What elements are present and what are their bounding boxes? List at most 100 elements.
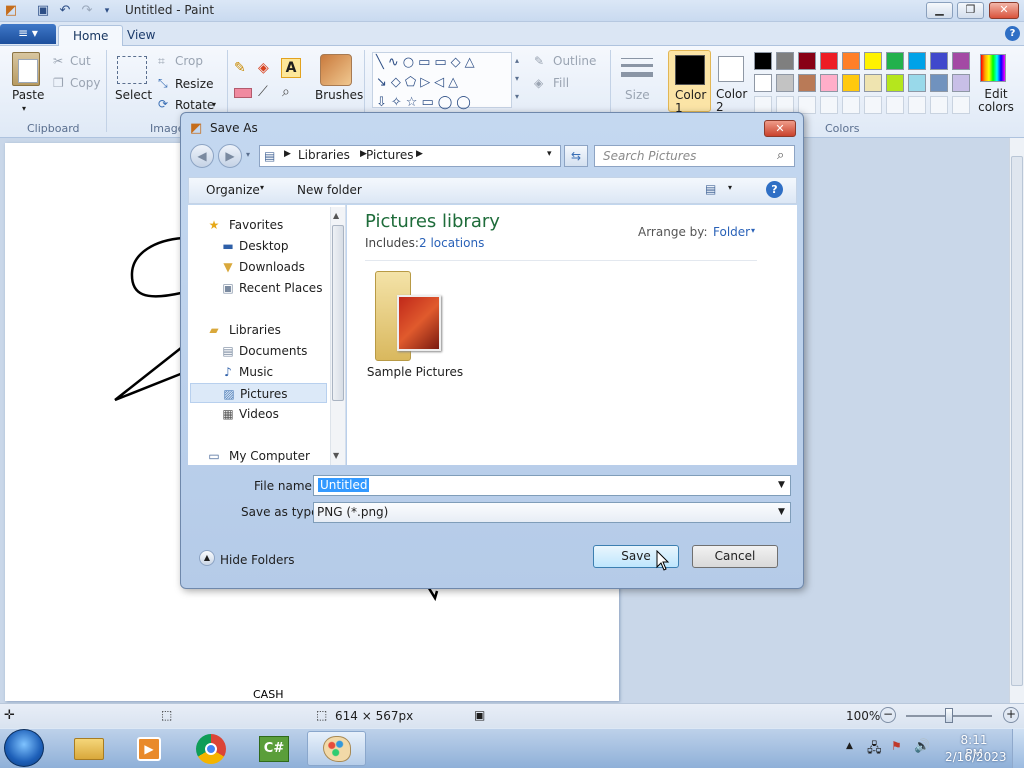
copy-button[interactable]: Copy [70, 76, 100, 90]
paste-icon[interactable] [12, 52, 40, 86]
paste-dropdown-icon[interactable]: ▾ [22, 104, 26, 113]
dialog-close-button[interactable]: ✕ [764, 120, 796, 137]
csharp-ide-taskbar-icon[interactable]: C# [252, 731, 296, 766]
color2-button[interactable]: Color 2 [716, 88, 750, 114]
eraser-icon[interactable] [234, 88, 252, 98]
edit-colors-button[interactable]: Edit colors [978, 88, 1014, 114]
search-input[interactable]: Search Pictures [594, 145, 795, 167]
undo-icon[interactable]: ↶ [57, 3, 73, 19]
custom-color-slot[interactable] [864, 96, 882, 114]
custom-color-slot[interactable] [842, 96, 860, 114]
nav-recent-places[interactable]: ▣ Recent Places [190, 278, 327, 298]
save-type-dropdown-icon[interactable]: ▼ [778, 507, 785, 517]
refresh-icon[interactable]: ⇆ [564, 145, 588, 167]
save-icon[interactable]: ▣ [35, 3, 51, 19]
palette-swatch[interactable] [798, 74, 816, 92]
custom-color-slot[interactable] [820, 96, 838, 114]
nav-libraries[interactable]: ▰ Libraries [190, 320, 327, 340]
organize-button[interactable]: Organize [206, 183, 260, 197]
color1-button[interactable]: Color 1 [668, 50, 711, 115]
shapes-scroll-icon[interactable]: ▴ ▾ ▾ [515, 52, 519, 106]
palette-swatch[interactable] [930, 74, 948, 92]
palette-swatch[interactable] [842, 74, 860, 92]
hide-folders-button[interactable]: Hide Folders [220, 553, 295, 567]
brushes-icon[interactable] [320, 54, 352, 86]
nav-videos[interactable]: ▦ Videos [190, 404, 327, 424]
start-button[interactable] [4, 729, 44, 767]
views-dropdown-icon[interactable]: ▾ [728, 183, 732, 192]
text-tool-icon[interactable]: A [281, 58, 301, 78]
nav-my-computer[interactable]: ▭ My Computer [190, 446, 327, 466]
palette-swatch[interactable] [886, 52, 904, 70]
nav-scroll-thumb[interactable] [332, 225, 344, 401]
help-icon[interactable]: ? [1005, 26, 1020, 41]
volume-icon[interactable]: 🔊 [914, 739, 930, 754]
color-picker-icon[interactable]: ⟋ [258, 84, 268, 100]
includes-locations-link[interactable]: 2 locations [419, 236, 484, 250]
nav-music[interactable]: ♪ Music [190, 362, 327, 382]
nav-documents[interactable]: ▤ Documents [190, 341, 327, 361]
select-icon[interactable] [117, 56, 147, 84]
fill-button[interactable]: Fill [553, 76, 569, 90]
custom-color-slot[interactable] [798, 96, 816, 114]
vertical-scrollbar[interactable] [1009, 138, 1024, 703]
zoom-slider-thumb[interactable] [945, 708, 953, 723]
palette-swatch[interactable] [754, 52, 772, 70]
palette-swatch[interactable] [908, 52, 926, 70]
color2-swatch[interactable] [718, 56, 744, 82]
shapes-gallery[interactable]: ╲∿○▭▭◇△ ↘◇⬠▷◁△ ⇩✧☆▭◯◯ [372, 52, 512, 110]
custom-color-slot[interactable] [908, 96, 926, 114]
nav-pane-scrollbar[interactable]: ▲ ▼ [330, 207, 345, 465]
palette-swatch[interactable] [952, 52, 970, 70]
organize-dropdown-icon[interactable]: ▾ [260, 183, 264, 192]
explorer-taskbar-icon[interactable] [67, 731, 111, 766]
rotate-button[interactable]: Rotate [175, 98, 214, 112]
sample-pictures-folder[interactable] [371, 265, 461, 365]
nav-desktop[interactable]: ▬ Desktop [190, 236, 327, 256]
close-window-button[interactable]: ✕ [989, 2, 1019, 19]
tab-view[interactable]: View [113, 25, 169, 46]
hide-folders-icon[interactable]: ▲ [199, 550, 215, 566]
show-desktop-button[interactable] [1012, 729, 1024, 768]
scroll-up-icon[interactable]: ▲ [333, 211, 339, 220]
nav-favorites[interactable]: ★ Favorites [190, 215, 327, 235]
action-center-icon[interactable]: ⚑ [891, 739, 902, 753]
palette-swatch[interactable] [776, 52, 794, 70]
palette-swatch[interactable] [776, 74, 794, 92]
palette-swatch[interactable] [798, 52, 816, 70]
custom-color-slot[interactable] [886, 96, 904, 114]
chrome-taskbar-icon[interactable] [189, 731, 233, 766]
show-hidden-icons[interactable]: ▲ [846, 741, 853, 751]
custom-color-slot[interactable] [952, 96, 970, 114]
breadcrumb-pictures[interactable]: Pictures [366, 148, 414, 162]
crop-button[interactable]: Crop [175, 54, 203, 68]
palette-swatch[interactable] [952, 74, 970, 92]
redo-icon[interactable]: ↷ [79, 3, 95, 19]
network-icon[interactable]: 🖧 [867, 739, 882, 761]
recent-locations-icon[interactable]: ▾ [246, 150, 250, 159]
save-type-select[interactable]: PNG (*.png) [313, 502, 791, 523]
custom-color-slot[interactable] [930, 96, 948, 114]
scroll-down-icon[interactable]: ▼ [333, 451, 339, 460]
palette-swatch[interactable] [754, 74, 772, 92]
nav-pictures[interactable]: ▨ Pictures [190, 383, 327, 403]
rotate-dropdown-icon[interactable]: ▾ [212, 100, 216, 109]
clock-date[interactable]: 2/16/2023 [945, 750, 1007, 764]
customize-quick-access-icon[interactable]: ▾ [99, 3, 115, 19]
resize-button[interactable]: Resize [175, 77, 213, 91]
folder-label[interactable]: Sample Pictures [365, 365, 465, 379]
forward-button[interactable]: ▶ [218, 144, 242, 168]
back-button[interactable]: ◀ [190, 144, 214, 168]
arrange-by-dropdown[interactable]: Folder [713, 225, 750, 239]
palette-swatch[interactable] [842, 52, 860, 70]
palette-swatch[interactable] [864, 74, 882, 92]
edit-colors-icon[interactable] [980, 54, 1006, 82]
new-folder-button[interactable]: New folder [297, 183, 362, 197]
file-name-dropdown-icon[interactable]: ▼ [778, 480, 785, 490]
nav-downloads[interactable]: ▼ Downloads [190, 257, 327, 277]
brushes-button[interactable]: Brushes [315, 88, 363, 102]
palette-swatch[interactable] [886, 74, 904, 92]
paint-menu-button[interactable]: ≡ ▾ [0, 24, 56, 44]
paint-app-icon[interactable]: ◩ [3, 3, 19, 19]
paste-button[interactable]: Paste [12, 88, 44, 102]
